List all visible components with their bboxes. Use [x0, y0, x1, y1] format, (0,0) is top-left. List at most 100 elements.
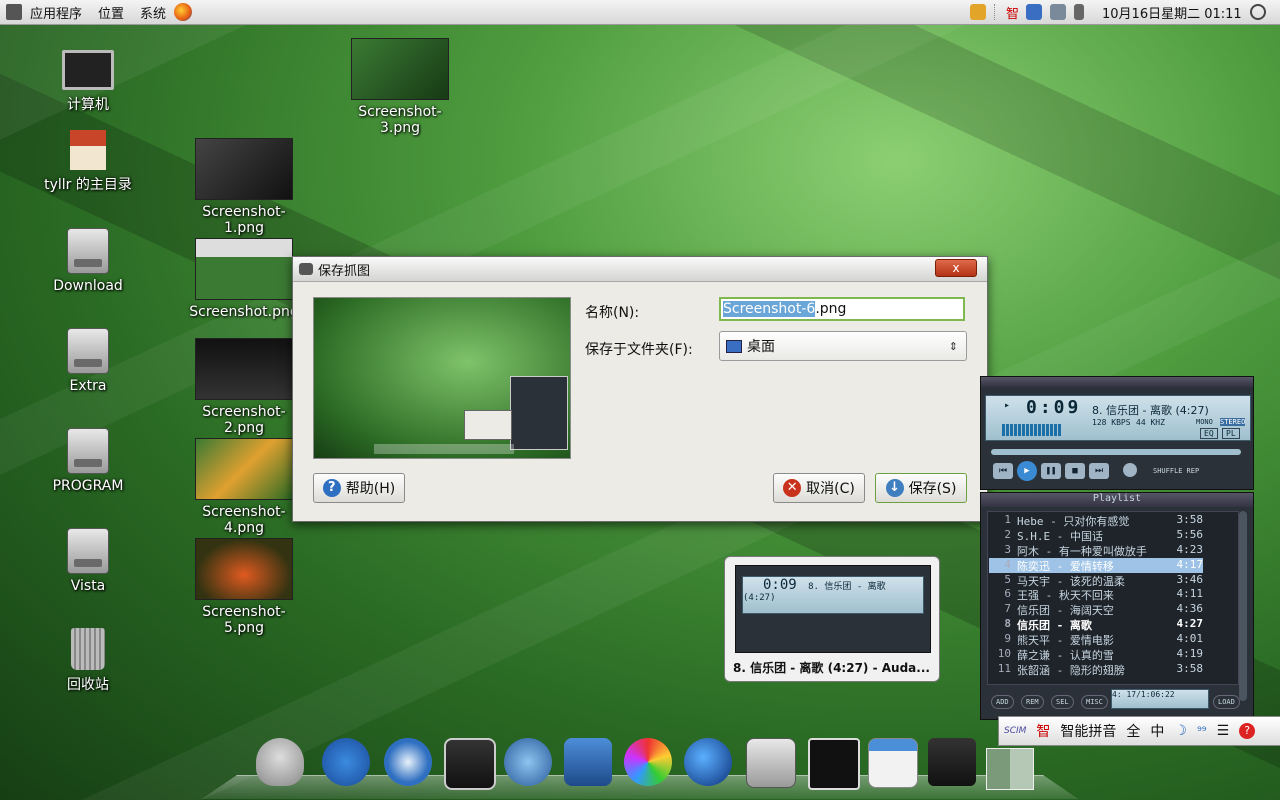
track-title: 熊天平 - 爱情电影: [1017, 634, 1114, 648]
power-icon[interactable]: [1249, 4, 1266, 20]
play-button[interactable]: ▶: [1017, 461, 1037, 481]
ime-engine-icon[interactable]: 智: [1036, 721, 1050, 741]
computer-icon-item[interactable]: 计算机: [28, 50, 148, 114]
six-icon[interactable]: [808, 738, 860, 790]
full-width-toggle[interactable]: 全: [1126, 721, 1140, 741]
terminal-app-icon[interactable]: [384, 738, 432, 786]
seek-slider[interactable]: [991, 449, 1241, 455]
playlist-button[interactable]: PL: [1222, 428, 1240, 439]
file-item[interactable]: Screenshot-5.png: [184, 538, 304, 636]
playlist-rows: 1 Hebe - 只对你有感觉 3:58 2 S.H.E - 中国话 5:56 3 阿木 - …: [989, 513, 1203, 677]
playlist-row[interactable]: 8 信乐团 - 离歌 4:27: [989, 617, 1203, 632]
file-item[interactable]: Screenshot-4.png: [184, 438, 304, 536]
help-button[interactable]: ? 帮助(H): [313, 473, 405, 503]
file-item[interactable]: Screenshot-3.png: [340, 38, 460, 136]
browser-globe-icon[interactable]: [684, 738, 732, 786]
filename-extension: .png: [815, 301, 847, 317]
folder-select[interactable]: 桌面 ⇕: [719, 331, 967, 361]
trash-item[interactable]: 回收站: [28, 628, 148, 694]
track-title: 信乐团 - 离歌: [1017, 619, 1092, 633]
track-number: 6: [1004, 587, 1011, 601]
apple-icon[interactable]: [256, 738, 304, 786]
select-button[interactable]: SEL: [1051, 695, 1074, 709]
track-title: 马天宇 - 该死的温柔: [1017, 574, 1125, 588]
track-duration: 3:46: [1176, 572, 1204, 586]
playlist-window[interactable]: Playlist 1 Hebe - 只对你有感觉 3:58 2 S.H.E - 中国话 5…: [980, 492, 1254, 720]
sync-icon[interactable]: [504, 738, 552, 786]
eject-button[interactable]: [1123, 463, 1137, 477]
eq-button[interactable]: EQ: [1200, 428, 1218, 439]
previous-button[interactable]: ⏮: [993, 463, 1013, 479]
download-drive-item[interactable]: Download: [28, 228, 148, 294]
track-duration: 4:17: [1176, 557, 1204, 571]
clock[interactable]: 10月16日星期二 01:11: [1102, 3, 1242, 22]
apps-menu-icon[interactable]: [6, 4, 22, 20]
network-icon[interactable]: [1050, 4, 1067, 20]
key-icon[interactable]: [970, 4, 986, 20]
next-button[interactable]: ⏭: [1089, 463, 1109, 479]
camera-icon[interactable]: [928, 738, 976, 786]
add-button[interactable]: ADD: [991, 695, 1014, 709]
program-drive-item[interactable]: PROGRAM: [28, 428, 148, 494]
dialog-titlebar[interactable]: 保存抓图 x: [293, 257, 987, 282]
repeat-toggle[interactable]: REP: [1187, 463, 1200, 481]
moon-icon[interactable]: ☽: [1174, 723, 1187, 739]
cancel-button[interactable]: ✕ 取消(C): [773, 473, 865, 503]
ime-toolbar[interactable]: SCIM 智 智能拼音 全 中 ☽ ⁹⁹ ☰ ?: [998, 716, 1280, 746]
system-menu[interactable]: 系统: [132, 3, 174, 22]
file-item[interactable]: Screenshot.png: [184, 238, 304, 320]
chinese-mode-toggle[interactable]: 中: [1150, 721, 1164, 741]
network-globe-icon[interactable]: [564, 738, 612, 786]
playlist-row[interactable]: 5 马天宇 - 该死的温柔 3:46: [989, 573, 1203, 588]
vista-drive-item[interactable]: Vista: [28, 528, 148, 594]
stop-button[interactable]: ■: [1065, 463, 1085, 479]
playlist-scrollbar[interactable]: [1239, 511, 1247, 701]
firefox-icon[interactable]: [174, 3, 193, 21]
file-label: Screenshot-4.png: [202, 504, 286, 536]
shuffle-toggle[interactable]: SHUFFLE: [1153, 463, 1183, 481]
playlist-row[interactable]: 3 阿木 - 有一种爱叫做放手 4:23: [989, 543, 1203, 558]
play-indicator-icon: ▸: [1004, 400, 1011, 411]
playlist-row[interactable]: 2 S.H.E - 中国话 5:56: [989, 528, 1203, 543]
applications-menu[interactable]: 应用程序: [22, 3, 90, 22]
player-titlebar[interactable]: [981, 377, 1253, 387]
flag-icon[interactable]: [1026, 4, 1043, 20]
save-button[interactable]: ↓ 保存(S): [875, 473, 967, 503]
image-thumbnail: [351, 38, 449, 100]
playlist-row[interactable]: 10 薛之谦 - 认真的雪 4:19: [989, 647, 1203, 662]
photos-icon[interactable]: [624, 738, 672, 786]
drive-dock-icon[interactable]: [746, 738, 796, 788]
playlist-row[interactable]: 11 张韶涵 - 隐形的翅膀 3:58: [989, 662, 1203, 677]
player-kbps: 128 KBPS: [1092, 418, 1131, 427]
pause-button[interactable]: ❚❚: [1041, 463, 1061, 479]
file-item[interactable]: Screenshot-1.png: [184, 138, 304, 236]
workspace-switcher[interactable]: [986, 748, 1034, 790]
help-icon: ?: [322, 479, 341, 497]
playlist-row[interactable]: 6 王强 - 秋天不回来 4:11: [989, 587, 1203, 602]
playlist-row[interactable]: 1 Hebe - 只对你有感觉 3:58: [989, 513, 1203, 528]
remove-button[interactable]: REM: [1021, 695, 1044, 709]
playlist-row[interactable]: 7 信乐团 - 海阔天空 4:36: [989, 602, 1203, 617]
misc-button[interactable]: MISC: [1081, 695, 1108, 709]
playlist-titlebar[interactable]: Playlist: [981, 493, 1253, 507]
playlist-row[interactable]: 4 陈奕迅 - 爱情转移 4:17: [989, 557, 1204, 573]
home-folder-item[interactable]: tyllr 的主目录: [28, 130, 148, 194]
close-button[interactable]: x: [935, 259, 977, 277]
places-menu[interactable]: 位置: [90, 3, 132, 22]
load-button[interactable]: LOAD: [1213, 695, 1240, 709]
ime-name[interactable]: 智能拼音: [1060, 721, 1116, 741]
extra-drive-item[interactable]: Extra: [28, 328, 148, 394]
settings-window-icon[interactable]: [868, 738, 918, 788]
punctuation-icon[interactable]: ⁹⁹: [1197, 724, 1207, 738]
terminal-icon[interactable]: [444, 738, 496, 790]
ie-icon[interactable]: [322, 738, 370, 786]
help-icon[interactable]: ?: [1239, 723, 1256, 739]
window-preview-popup[interactable]: 0:09 8. 信乐团 - 离歌 (4:27) 8. 信乐团 - 离歌 (4:2…: [724, 556, 940, 682]
playlist-row[interactable]: 9 熊天平 - 爱情电影 4:01: [989, 632, 1203, 647]
ime-tray-icon[interactable]: 智: [1006, 3, 1019, 22]
filename-input[interactable]: Screenshot-6.png: [719, 297, 965, 321]
volume-icon[interactable]: [1074, 4, 1085, 20]
audacious-main-window[interactable]: ▸ 0:09 8. 信乐团 - 离歌 (4:27) 128 KBPS 44 KH…: [980, 376, 1254, 490]
file-item[interactable]: Screenshot-2.png: [184, 338, 304, 436]
menu-icon[interactable]: ☰: [1217, 723, 1230, 739]
